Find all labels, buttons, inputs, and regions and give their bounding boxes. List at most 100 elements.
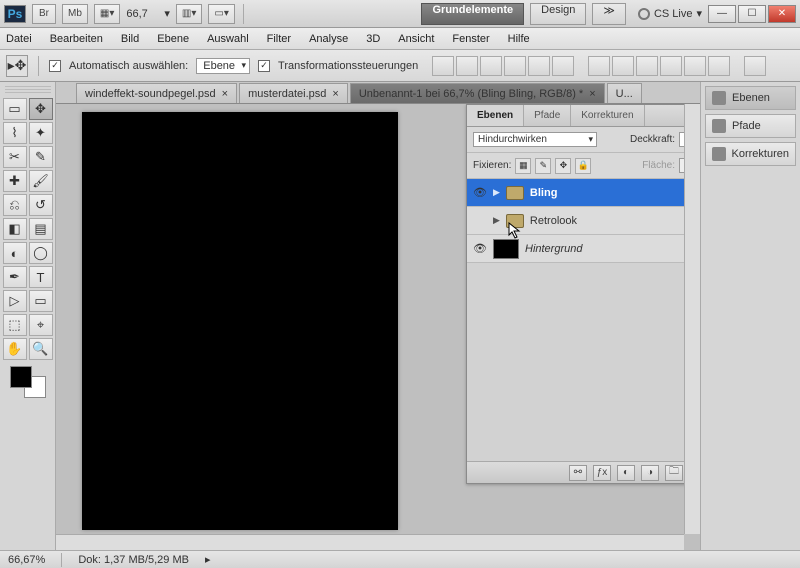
3d-camera-tool[interactable]: ⌖ xyxy=(29,314,53,336)
layer-name[interactable]: Retrolook xyxy=(530,215,577,227)
layer-mask-button[interactable]: ◐ xyxy=(617,465,635,481)
dock-pfade-button[interactable]: Pfade xyxy=(705,114,796,138)
lock-transparency-icon[interactable]: ▦ xyxy=(515,158,531,174)
menu-fenster[interactable]: Fenster xyxy=(452,33,489,45)
status-menu-icon[interactable]: ▸ xyxy=(205,553,211,566)
dock-ebenen-button[interactable]: Ebenen xyxy=(705,86,796,110)
panel-tab-ebenen[interactable]: Ebenen xyxy=(467,105,524,126)
distribute-button[interactable] xyxy=(660,56,682,76)
transform-controls-checkbox[interactable]: ✓ xyxy=(258,60,270,72)
align-button[interactable] xyxy=(552,56,574,76)
wand-tool[interactable]: ✦ xyxy=(29,122,53,144)
align-button[interactable] xyxy=(504,56,526,76)
auto-select-checkbox[interactable]: ✓ xyxy=(49,60,61,72)
menu-auswahl[interactable]: Auswahl xyxy=(207,33,249,45)
view-extras-button[interactable]: ▦▾ xyxy=(94,4,120,24)
dodge-tool[interactable]: ◯ xyxy=(29,242,53,264)
brush-tool[interactable]: 🖌 xyxy=(29,170,53,192)
hand-tool[interactable]: ✋ xyxy=(3,338,27,360)
align-button[interactable] xyxy=(432,56,454,76)
panel-grip[interactable] xyxy=(5,86,51,94)
document-tab[interactable]: musterdatei.psd× xyxy=(239,83,348,103)
layer-row[interactable]: 👁 ▶ Bling xyxy=(467,179,700,207)
document-tab[interactable]: U... xyxy=(607,83,642,103)
menu-datei[interactable]: Datei xyxy=(6,33,32,45)
menu-analyse[interactable]: Analyse xyxy=(309,33,348,45)
close-tab-icon[interactable]: × xyxy=(222,88,228,100)
document-tab-active[interactable]: Unbenannt-1 bei 66,7% (Bling Bling, RGB/… xyxy=(350,83,605,103)
shape-tool[interactable]: ▭ xyxy=(29,290,53,312)
minibridge-button[interactable]: Mb xyxy=(62,4,88,24)
auto-align-button[interactable] xyxy=(744,56,766,76)
panel-tab-pfade[interactable]: Pfade xyxy=(524,105,571,126)
workspace-design[interactable]: Design xyxy=(530,3,586,25)
menu-bearbeiten[interactable]: Bearbeiten xyxy=(50,33,103,45)
maximize-button[interactable]: ☐ xyxy=(738,5,766,23)
expand-icon[interactable]: ▶ xyxy=(493,187,500,198)
app-logo[interactable]: Ps xyxy=(4,5,26,23)
workspace-more[interactable]: ≫ xyxy=(592,3,626,25)
menu-filter[interactable]: Filter xyxy=(267,33,291,45)
pen-tool[interactable]: ✒ xyxy=(3,266,27,288)
vertical-scrollbar[interactable] xyxy=(684,104,700,534)
menu-ansicht[interactable]: Ansicht xyxy=(398,33,434,45)
healing-tool[interactable]: ✚ xyxy=(3,170,27,192)
adjustment-layer-button[interactable]: ◑ xyxy=(641,465,659,481)
distribute-button[interactable] xyxy=(636,56,658,76)
blur-tool[interactable]: ◐ xyxy=(3,242,27,264)
close-tab-icon[interactable]: × xyxy=(332,88,338,100)
status-zoom[interactable]: 66,67% xyxy=(8,554,45,566)
canvas[interactable] xyxy=(82,112,398,530)
distribute-button[interactable] xyxy=(684,56,706,76)
horizontal-scrollbar[interactable] xyxy=(56,534,684,550)
3d-tool[interactable]: ⬚ xyxy=(3,314,27,336)
blend-mode-dropdown[interactable]: Hindurchwirken xyxy=(473,132,597,147)
close-tab-icon[interactable]: × xyxy=(589,88,595,100)
status-doc-size[interactable]: Dok: 1,37 MB/5,29 MB xyxy=(78,554,189,566)
zoom-field[interactable]: 66,7 xyxy=(126,8,162,20)
lasso-tool[interactable]: ⌇ xyxy=(3,122,27,144)
path-select-tool[interactable]: ▷ xyxy=(3,290,27,312)
gradient-tool[interactable]: ▤ xyxy=(29,218,53,240)
lock-position-icon[interactable]: ✥ xyxy=(555,158,571,174)
crop-tool[interactable]: ✂ xyxy=(3,146,27,168)
distribute-button[interactable] xyxy=(588,56,610,76)
auto-select-dropdown[interactable]: Ebene xyxy=(196,58,250,74)
zoom-tool[interactable]: 🔍 xyxy=(29,338,53,360)
arrange-documents-button[interactable]: ▥▾ xyxy=(176,4,202,24)
color-swatches[interactable] xyxy=(10,366,46,398)
layer-name[interactable]: Hintergrund xyxy=(525,243,582,255)
distribute-button[interactable] xyxy=(612,56,634,76)
link-layers-button[interactable]: ⚯ xyxy=(569,465,587,481)
marquee-tool[interactable]: ▭ xyxy=(3,98,27,120)
document-tab[interactable]: windeffekt-soundpegel.psd× xyxy=(76,83,237,103)
dock-korrekturen-button[interactable]: Korrekturen xyxy=(705,142,796,166)
foreground-color-icon[interactable] xyxy=(10,366,32,388)
eyedropper-tool[interactable]: ✎ xyxy=(29,146,53,168)
history-brush-tool[interactable]: ↺ xyxy=(29,194,53,216)
tool-preset-button[interactable]: ▸✥ xyxy=(6,55,28,77)
cs-live-button[interactable]: CS Live ▾ xyxy=(638,7,702,20)
align-button[interactable] xyxy=(456,56,478,76)
menu-ebene[interactable]: Ebene xyxy=(157,33,189,45)
layer-thumbnail[interactable] xyxy=(493,239,519,259)
panel-tab-korrekturen[interactable]: Korrekturen xyxy=(571,105,644,126)
bridge-button[interactable]: Br xyxy=(32,4,56,24)
layer-group-button[interactable]: 🗀 xyxy=(665,465,683,481)
move-tool[interactable]: ✥ xyxy=(29,98,53,120)
workspace-grundelemente[interactable]: Grundelemente xyxy=(421,3,524,25)
layer-name[interactable]: Bling xyxy=(530,187,558,199)
layer-row[interactable]: ▶ Retrolook xyxy=(467,207,700,235)
screen-mode-button[interactable]: ▭▾ xyxy=(208,4,234,24)
visibility-icon[interactable]: 👁 xyxy=(473,242,487,255)
stamp-tool[interactable]: ⎌ xyxy=(3,194,27,216)
type-tool[interactable]: T xyxy=(29,266,53,288)
expand-icon[interactable]: ▶ xyxy=(493,215,500,226)
align-button[interactable] xyxy=(528,56,550,76)
close-button[interactable]: ✕ xyxy=(768,5,796,23)
lock-all-icon[interactable]: 🔒 xyxy=(575,158,591,174)
align-button[interactable] xyxy=(480,56,502,76)
menu-hilfe[interactable]: Hilfe xyxy=(508,33,530,45)
layer-row[interactable]: 👁 Hintergrund 🔒 xyxy=(467,235,700,263)
visibility-icon[interactable]: 👁 xyxy=(473,186,487,199)
